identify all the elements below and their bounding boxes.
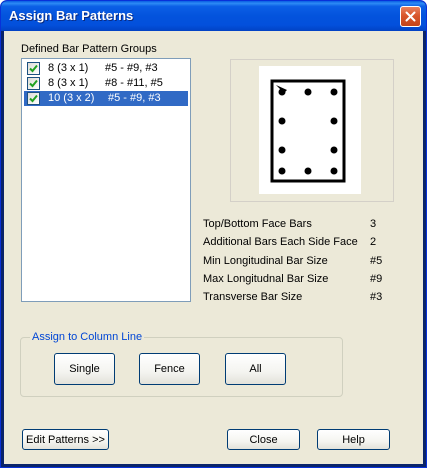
list-item-checkbox[interactable] — [27, 62, 40, 75]
close-window-button[interactable] — [400, 6, 421, 27]
rebar-dot — [278, 117, 286, 125]
fence-button-label: Fence — [154, 363, 185, 375]
close-button-label: Close — [249, 433, 278, 446]
checkmark-icon — [29, 94, 38, 103]
pattern-groups-list[interactable]: 8 (3 x 1) #5 - #9, #3 8 (3 x 1) #8 - #11… — [21, 58, 191, 302]
all-button[interactable]: All — [225, 353, 286, 385]
property-value: 3 — [370, 218, 377, 230]
list-item-pattern: 8 (3 x 1) — [48, 62, 89, 74]
title-bar[interactable]: Assign Bar Patterns — [1, 1, 426, 31]
list-item-bars: #8 - #11, #5 — [105, 77, 163, 89]
rebar-dot — [278, 146, 286, 154]
close-button[interactable]: Close — [227, 429, 300, 450]
property-label: Max Longitudnal Bar Size — [203, 273, 329, 285]
list-item[interactable]: 8 (3 x 1) #5 - #9, #3 — [24, 61, 188, 76]
edit-patterns-button[interactable]: Edit Patterns >> — [22, 429, 109, 450]
property-value: #9 — [370, 273, 383, 285]
list-item-selected[interactable]: 10 (3 x 2) #5 - #9, #3 — [24, 91, 188, 106]
help-button-label: Help — [342, 433, 365, 446]
rebar-dot — [330, 117, 338, 125]
dialog-title: Assign Bar Patterns — [9, 8, 134, 23]
checkmark-icon — [29, 79, 38, 88]
rebar-dot — [330, 167, 338, 175]
groups-label: Defined Bar Pattern Groups — [21, 43, 157, 55]
help-button[interactable]: Help — [317, 429, 390, 450]
list-item-bars: #5 - #9, #3 — [108, 92, 161, 104]
rebar-dot — [304, 167, 312, 175]
property-value: 2 — [370, 236, 377, 248]
assign-bar-patterns-dialog: Assign Bar Patterns Defined Bar Pattern … — [0, 0, 427, 468]
close-icon — [405, 11, 416, 22]
column-section-preview — [259, 66, 361, 194]
property-value: #3 — [370, 291, 383, 303]
rebar-dot — [330, 88, 338, 96]
list-item-checkbox[interactable] — [27, 92, 40, 105]
list-item-checkbox[interactable] — [27, 77, 40, 90]
section-preview-frame — [230, 59, 394, 202]
property-label: Min Longitudinal Bar Size — [203, 255, 328, 267]
all-button-label: All — [249, 363, 262, 375]
edit-patterns-label: Edit Patterns >> — [26, 433, 105, 446]
single-button[interactable]: Single — [54, 353, 115, 385]
rebar-dot — [330, 146, 338, 154]
column-section-drawing — [270, 79, 346, 183]
assign-group-legend: Assign to Column Line — [30, 331, 145, 343]
rebar-dot — [278, 167, 286, 175]
list-item-pattern: 10 (3 x 2) — [48, 92, 95, 104]
list-item[interactable]: 8 (3 x 1) #8 - #11, #5 — [24, 76, 188, 91]
property-value: #5 — [370, 255, 383, 267]
list-item-bars: #5 - #9, #3 — [105, 62, 158, 74]
rebar-dot — [304, 88, 312, 96]
property-label: Transverse Bar Size — [203, 291, 303, 303]
property-label: Top/Bottom Face Bars — [203, 218, 312, 230]
single-button-label: Single — [69, 363, 100, 375]
property-label: Additional Bars Each Side Face — [203, 236, 358, 248]
checkmark-icon — [29, 64, 38, 73]
dialog-body: Defined Bar Pattern Groups 8 (3 x 1) #5 … — [4, 31, 423, 464]
column-outline — [270, 79, 346, 183]
fence-button[interactable]: Fence — [139, 353, 200, 385]
list-item-pattern: 8 (3 x 1) — [48, 77, 89, 89]
